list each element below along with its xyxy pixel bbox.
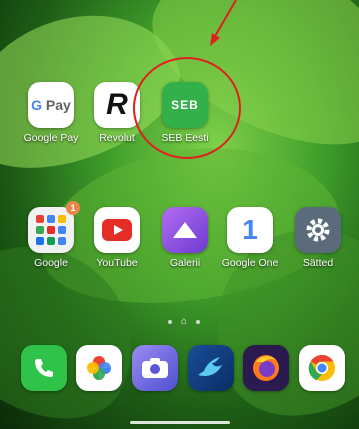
page-dot [196, 320, 201, 324]
settings-icon [295, 207, 341, 253]
firefox-icon[interactable] [243, 345, 289, 391]
google-pay-icon: G Pay [28, 82, 74, 128]
app-label: Google [34, 257, 68, 269]
page-dot [167, 320, 172, 324]
app-label: Sätted [302, 257, 334, 269]
app-label: Google Pay [23, 132, 79, 144]
home-page-icon: ⌂ [180, 316, 188, 327]
annotation-arrow [210, 0, 237, 46]
annotation-circle [133, 57, 241, 159]
notification-badge: 1 [66, 201, 80, 215]
app-satted[interactable]: Sätted [286, 207, 350, 269]
google-one-icon: 1 [227, 207, 273, 253]
google-folder-icon: 1 [28, 201, 80, 253]
app-label: Google One [221, 257, 279, 269]
app-google-one[interactable]: 1 Google One [218, 207, 282, 269]
gallery-icon [162, 207, 208, 253]
camera-icon[interactable] [132, 345, 178, 391]
photos-icon[interactable] [76, 345, 122, 391]
app-label: Galerii [169, 257, 201, 269]
phone-icon[interactable] [21, 345, 67, 391]
dock [14, 345, 345, 395]
app-youtube[interactable]: YouTube [85, 207, 149, 269]
status-bar [0, 0, 359, 10]
gesture-navigation-bar[interactable] [130, 421, 230, 424]
app-label: Revolut [99, 132, 135, 144]
app-google-pay[interactable]: G Pay Google Pay [19, 82, 83, 144]
chrome-icon[interactable] [299, 345, 345, 391]
youtube-icon [94, 207, 140, 253]
app-label: YouTube [96, 257, 138, 269]
app-folder-google[interactable]: 1 Google [19, 201, 83, 269]
messenger-bird-icon[interactable] [188, 345, 234, 391]
app-galerii[interactable]: Galerii [153, 207, 217, 269]
page-indicator[interactable]: ⌂ [160, 316, 208, 328]
